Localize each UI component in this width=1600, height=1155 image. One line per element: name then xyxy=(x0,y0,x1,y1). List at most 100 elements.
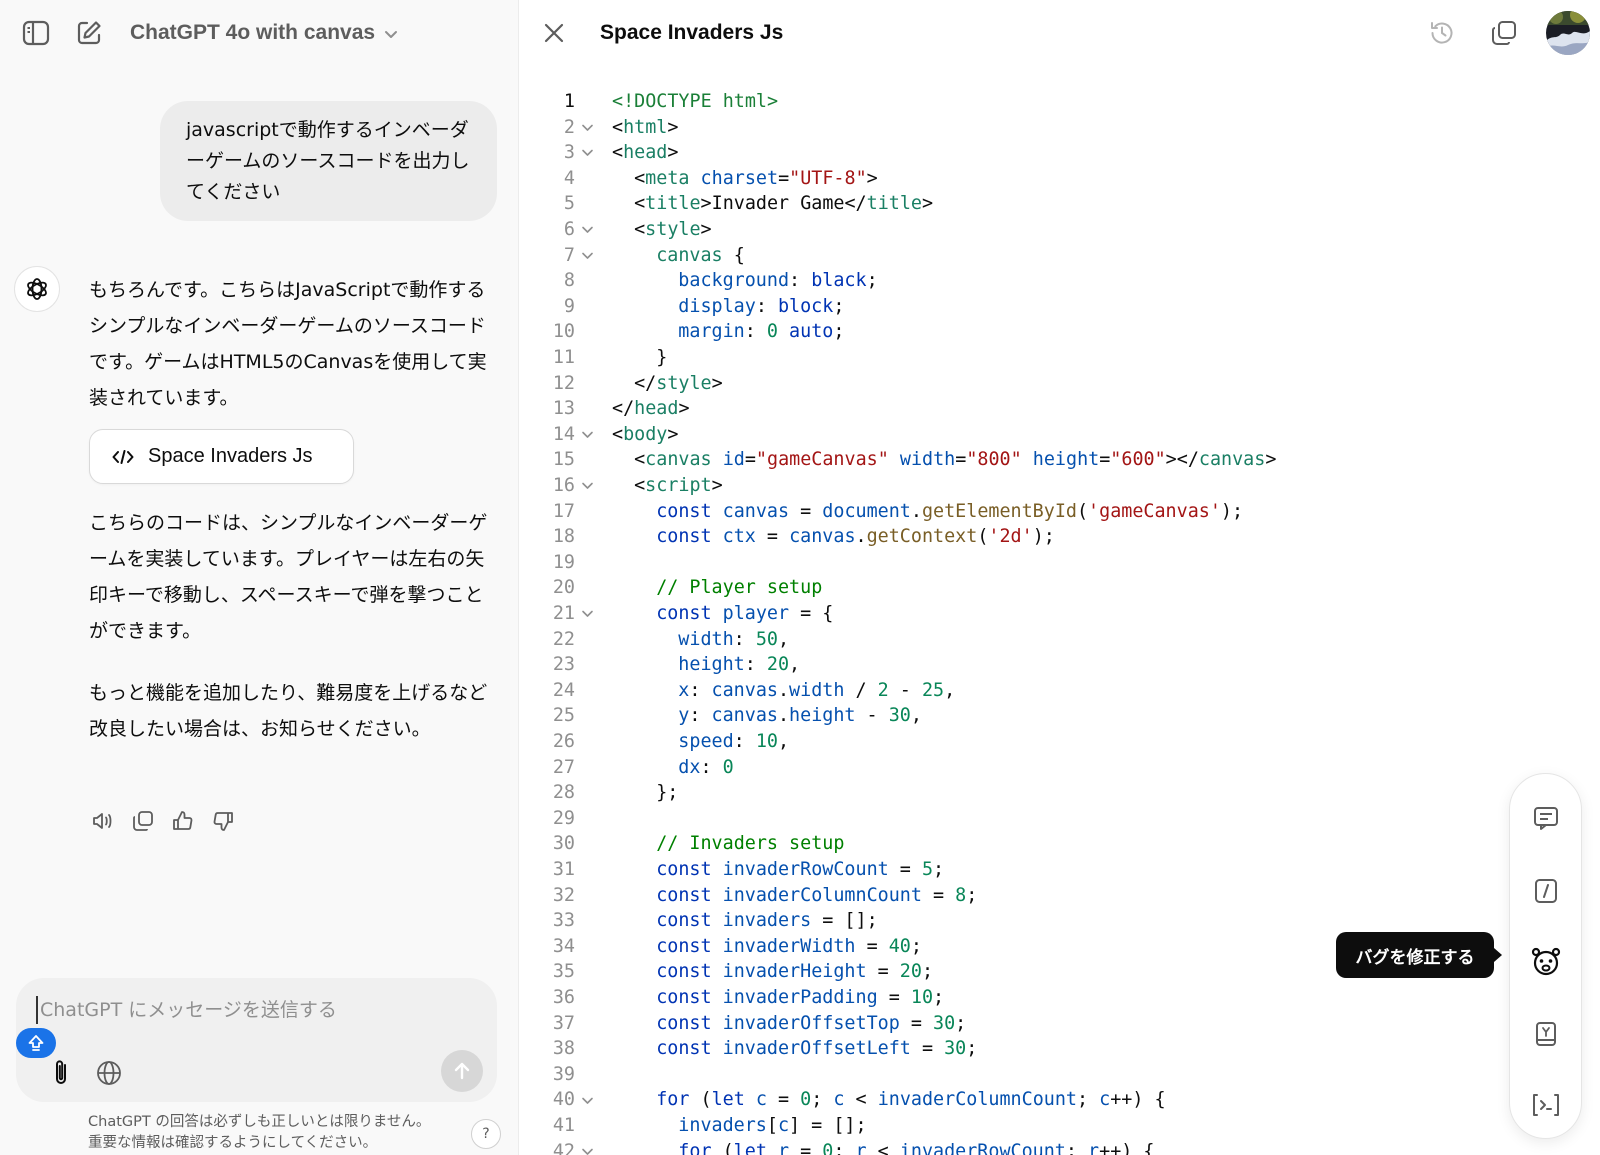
code-line[interactable]: 36 const invaderPadding = 10; xyxy=(519,985,1519,1011)
code-line[interactable]: 33 const invaders = []; xyxy=(519,908,1519,934)
code-token: const xyxy=(656,961,712,983)
code-token: = xyxy=(789,1140,823,1155)
code-token: canvas xyxy=(645,449,712,471)
copy-message-button[interactable] xyxy=(130,808,156,834)
canvas-title: Space Invaders Js xyxy=(600,21,784,44)
code-line[interactable]: 31 const invaderRowCount = 5; xyxy=(519,857,1519,883)
code-line[interactable]: 29 xyxy=(519,806,1519,832)
code-token: c xyxy=(833,1089,845,1111)
code-line[interactable]: 37 const invaderOffsetTop = 30; xyxy=(519,1011,1519,1037)
copy-icon xyxy=(1492,21,1516,45)
code-text: <body> xyxy=(612,422,678,448)
code-token: < xyxy=(634,449,646,471)
code-line[interactable]: 16 <script> xyxy=(519,473,1519,499)
fold-chevron-icon[interactable] xyxy=(579,473,595,499)
code-line[interactable]: 32 const invaderColumnCount = 8; xyxy=(519,883,1519,909)
code-text: <html> xyxy=(612,115,678,141)
code-line[interactable]: 13 </head> xyxy=(519,396,1519,422)
code-line[interactable]: 23 height: 20, xyxy=(519,652,1519,678)
upgrade-button[interactable] xyxy=(16,1028,56,1058)
code-line[interactable]: 12 </style> xyxy=(519,371,1519,397)
code-line[interactable]: 2 <html> xyxy=(519,115,1519,141)
line-number: 10 xyxy=(552,321,575,343)
code-token: < xyxy=(634,475,646,496)
code-text: const player = { xyxy=(656,601,833,627)
code-line[interactable]: 17 const canvas = document.getElementById… xyxy=(519,499,1519,525)
code-token: canvas xyxy=(789,526,856,548)
code-line[interactable]: 40 for (let c = 0; c < invaderColumnCount… xyxy=(519,1087,1519,1113)
message-input[interactable] xyxy=(36,996,456,1024)
code-line[interactable]: 5 <title>Invader Game</title> xyxy=(519,191,1519,217)
add-logs-button[interactable] xyxy=(1529,1017,1563,1051)
code-token: ; xyxy=(1065,1140,1089,1155)
code-line[interactable]: 9 display: block; xyxy=(519,294,1519,320)
code-editor[interactable]: 1 <!DOCTYPE html> 2 <html> 3 <head> 4 <meta cha… xyxy=(519,89,1600,1155)
fold-chevron-icon[interactable] xyxy=(579,217,595,243)
user-avatar[interactable] xyxy=(1546,11,1590,55)
fold-chevron-icon[interactable] xyxy=(579,243,595,269)
fold-chevron-icon[interactable] xyxy=(579,1139,595,1155)
code-line[interactable]: 30 // Invaders setup xyxy=(519,831,1519,857)
code-line[interactable]: 24 x: canvas.width / 2 - 25, xyxy=(519,678,1519,704)
code-line[interactable]: 1 <!DOCTYPE html> xyxy=(519,89,1519,115)
code-token: < xyxy=(612,423,624,445)
code-line[interactable]: 18 const ctx = canvas.getContext('2d'); xyxy=(519,524,1519,550)
code-token: <!DOCTYPE html> xyxy=(612,91,779,112)
code-text: invaders[c] = []; xyxy=(678,1113,866,1139)
code-line[interactable]: 10 margin: 0 auto; xyxy=(519,319,1519,345)
code-line[interactable]: 19 xyxy=(519,550,1519,576)
help-button[interactable]: ? xyxy=(471,1119,501,1149)
code-token: canvas xyxy=(711,705,778,727)
code-token: } xyxy=(656,347,668,368)
fold-chevron-icon[interactable] xyxy=(579,140,595,166)
fold-chevron-icon[interactable] xyxy=(579,1087,595,1113)
code-line[interactable]: 22 width: 50, xyxy=(519,627,1519,653)
code-line[interactable]: 14 <body> xyxy=(519,422,1519,448)
code-text: const invaderOffsetLeft = 30; xyxy=(656,1036,977,1062)
copy-code-button[interactable] xyxy=(1487,16,1521,50)
attach-file-button[interactable] xyxy=(46,1056,76,1090)
code-line[interactable]: 25 y: canvas.height - 30, xyxy=(519,703,1519,729)
thumbs-up-button[interactable] xyxy=(170,808,196,834)
fix-bugs-button[interactable] xyxy=(1529,945,1563,979)
code-line[interactable]: 15 <canvas id="gameCanvas" width="800" he… xyxy=(519,447,1519,473)
fold-chevron-icon[interactable] xyxy=(579,115,595,141)
code-line[interactable]: 3 <head> xyxy=(519,140,1519,166)
code-line[interactable]: 20 // Player setup xyxy=(519,575,1519,601)
code-line[interactable]: 42 for (let r = 0; r < invaderRowCount; r… xyxy=(519,1139,1519,1155)
new-chat-button[interactable] xyxy=(72,16,106,50)
web-search-button[interactable] xyxy=(94,1058,124,1088)
upgrade-icon xyxy=(28,1035,44,1051)
code-line[interactable]: 26 speed: 10, xyxy=(519,729,1519,755)
code-token: , xyxy=(944,679,956,701)
code-review-button[interactable] xyxy=(1529,874,1563,908)
code-text: // Player setup xyxy=(656,575,822,601)
code-line[interactable]: 28}; xyxy=(519,780,1519,806)
code-line[interactable]: 8 background: black; xyxy=(519,268,1519,294)
code-line[interactable]: 6 <style> xyxy=(519,217,1519,243)
code-token: : xyxy=(755,295,778,317)
read-aloud-button[interactable] xyxy=(90,808,116,834)
model-selector[interactable]: ChatGPT 4o with canvas xyxy=(130,17,399,49)
code-line[interactable]: 27 dx: 0 xyxy=(519,755,1519,781)
thumbs-down-button[interactable] xyxy=(210,808,236,834)
code-line[interactable]: 7 canvas { xyxy=(519,243,1519,269)
line-number: 25 xyxy=(552,705,575,727)
version-history-button[interactable] xyxy=(1425,16,1459,50)
code-line[interactable]: 4 <meta charset="UTF-8"> xyxy=(519,166,1519,192)
code-line[interactable]: 21 const player = { xyxy=(519,601,1519,627)
code-line[interactable]: 39 xyxy=(519,1062,1519,1088)
close-canvas-button[interactable] xyxy=(539,18,569,48)
code-line[interactable]: 11} xyxy=(519,345,1519,371)
code-line[interactable]: 38 const invaderOffsetLeft = 30; xyxy=(519,1036,1519,1062)
add-comments-button[interactable] xyxy=(1529,801,1563,835)
send-button[interactable] xyxy=(441,1050,483,1092)
open-canvas-button[interactable]: Space Invaders Js xyxy=(89,429,354,484)
sidebar-toggle-button[interactable] xyxy=(19,16,53,50)
code-text: y: canvas.height - 30, xyxy=(678,703,922,729)
port-language-button[interactable] xyxy=(1529,1088,1563,1122)
fold-chevron-icon[interactable] xyxy=(579,601,595,627)
fold-chevron-icon[interactable] xyxy=(579,422,595,448)
code-line[interactable]: 41 invaders[c] = []; xyxy=(519,1113,1519,1139)
sidebar-toggle-icon xyxy=(22,20,50,46)
